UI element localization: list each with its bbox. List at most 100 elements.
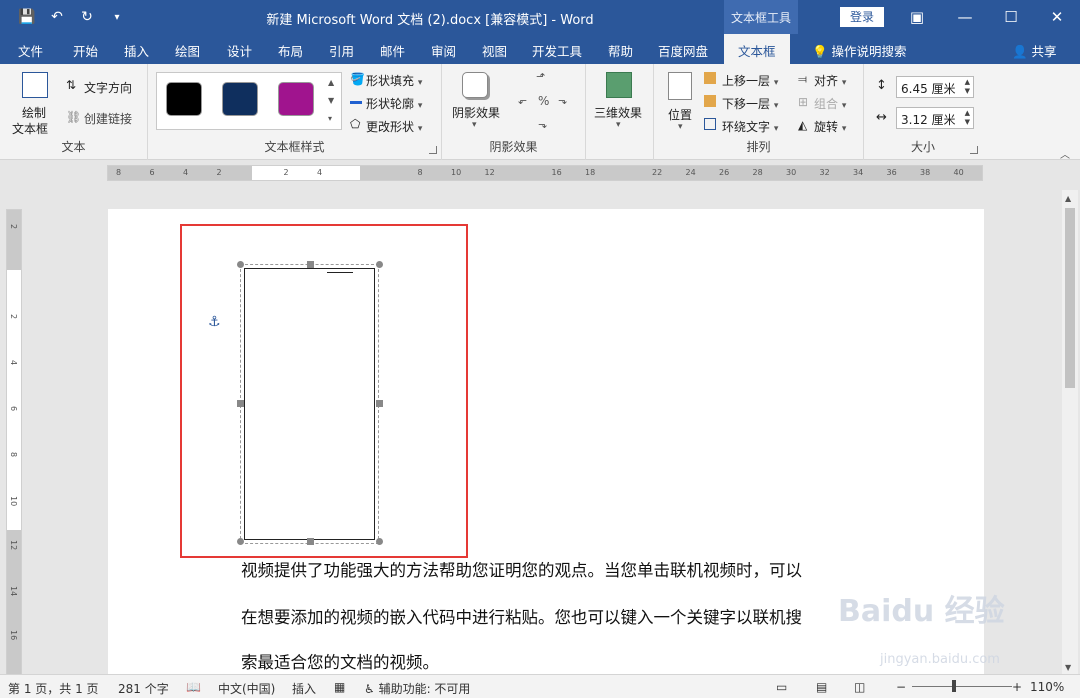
shadow-toggle-icon[interactable]: % <box>538 94 549 108</box>
draw-textbox-icon[interactable] <box>22 72 48 98</box>
insert-mode[interactable]: 插入 <box>292 680 316 697</box>
position-dropdown-icon[interactable]: ▾ <box>678 122 683 132</box>
collapse-ribbon-icon[interactable]: ︿ <box>1060 146 1070 161</box>
read-mode-icon[interactable]: ▭ <box>776 680 787 694</box>
create-link-button[interactable]: 创建链接 <box>84 110 132 127</box>
ruler-tick: 24 <box>685 168 696 177</box>
styles-launcher-icon[interactable] <box>429 146 437 154</box>
close-icon[interactable]: ✕ <box>1034 0 1080 34</box>
login-button[interactable]: 登录 <box>840 7 884 27</box>
maximize-icon[interactable]: ☐ <box>988 0 1034 34</box>
tab-help[interactable]: 帮助 <box>608 41 633 60</box>
accessibility-status[interactable]: ♿ 辅助功能: 不可用 <box>364 680 470 697</box>
style-swatch-magenta[interactable] <box>278 82 314 116</box>
height-input[interactable]: 6.45 厘米 ▲ ▼ <box>896 76 974 98</box>
three-d-icon[interactable] <box>606 72 632 98</box>
macro-icon[interactable]: ▦ <box>334 680 345 694</box>
resize-handle[interactable] <box>237 538 244 545</box>
text-box[interactable] <box>244 268 375 540</box>
tab-mailings[interactable]: 邮件 <box>380 41 405 60</box>
language-indicator[interactable]: 中文(中国) <box>218 680 275 697</box>
send-backward-button[interactable]: 下移一层 ▾ <box>722 95 778 112</box>
wrap-text-button[interactable]: 环绕文字 ▾ <box>722 118 778 135</box>
nudge-down-icon[interactable]: ⬎ <box>538 118 547 131</box>
proofing-icon[interactable]: 📖 <box>186 680 201 694</box>
page-count[interactable]: 第 1 页，共 1 页 <box>8 680 99 697</box>
shape-fill-button[interactable]: 形状填充 ▾ <box>366 72 422 89</box>
height-spinner-icon[interactable]: ▲ ▼ <box>965 78 970 96</box>
three-d-button[interactable]: 三维效果 <box>594 104 642 121</box>
tab-baidu-netdisk[interactable]: 百度网盘 <box>658 41 708 60</box>
group-button[interactable]: 组合 ▾ <box>814 95 846 112</box>
document-paragraph-line[interactable]: 视频提供了功能强大的方法帮助您证明您的观点。当您单击联机视频时，可以 <box>241 557 802 581</box>
bring-forward-button[interactable]: 上移一层 ▾ <box>722 72 778 89</box>
tab-file[interactable]: 文件 <box>18 41 43 60</box>
zoom-out-icon[interactable]: − <box>896 680 906 694</box>
three-d-dropdown-icon[interactable]: ▾ <box>616 120 621 130</box>
word-count[interactable]: 281 个字 <box>118 680 169 697</box>
gallery-scroll-icon[interactable]: ▲ ▼ ▾ <box>328 74 334 128</box>
document-paragraph-line[interactable]: 索最适合您的文档的视频。 <box>241 649 439 673</box>
scroll-up-icon[interactable]: ▲ <box>1065 194 1071 203</box>
zoom-in-icon[interactable]: + <box>1012 680 1022 694</box>
nudge-up-icon[interactable]: ⬏ <box>536 70 545 83</box>
nudge-right-icon[interactable]: ⬎ <box>558 94 567 107</box>
align-button[interactable]: 对齐 ▾ <box>814 72 846 89</box>
width-spinner-icon[interactable]: ▲ ▼ <box>965 109 970 127</box>
resize-handle[interactable] <box>376 538 383 545</box>
shadow-dropdown-icon[interactable]: ▾ <box>472 120 477 130</box>
ruler-tick: 2 <box>216 168 222 177</box>
resize-handle[interactable] <box>376 400 383 407</box>
shadow-effect-icon[interactable] <box>462 72 488 98</box>
ribbon-display-icon[interactable]: ▣ <box>894 0 940 34</box>
tab-home[interactable]: 开始 <box>73 41 98 60</box>
resize-handle[interactable] <box>237 400 244 407</box>
document-paragraph-line[interactable]: 在想要添加的视频的嵌入代码中进行粘贴。您也可以键入一个关键字以联机搜 <box>241 604 802 628</box>
shadow-effect-button[interactable]: 阴影效果 <box>452 104 500 121</box>
vertical-scrollbar[interactable]: ▲ ▼ <box>1062 190 1078 674</box>
position-icon[interactable] <box>668 72 692 100</box>
rotate-button[interactable]: 旋转 ▾ <box>814 118 846 135</box>
resize-handle[interactable] <box>376 261 383 268</box>
horizontal-ruler[interactable]: 8 6 4 2 2 4 8 10 12 16 18 22 24 26 28 30 32 34 36 38 40 <box>107 165 983 181</box>
group-text: 绘制 文本框 ⇅ 文字方向 ⛓ 创建链接 文本 <box>0 64 148 160</box>
zoom-slider[interactable] <box>912 686 1012 687</box>
tab-layout[interactable]: 布局 <box>278 41 303 60</box>
group-text-label: 文本 <box>61 140 86 154</box>
style-swatch-navy[interactable] <box>222 82 258 116</box>
web-layout-icon[interactable]: ◫ <box>854 680 865 694</box>
resize-handle[interactable] <box>307 538 314 545</box>
draw-textbox-label[interactable]: 绘制 <box>22 104 46 121</box>
scroll-down-icon[interactable]: ▼ <box>1065 663 1071 672</box>
print-layout-icon[interactable]: ▤ <box>816 680 827 694</box>
text-direction-button[interactable]: 文字方向 <box>84 79 132 96</box>
tab-insert[interactable]: 插入 <box>124 41 149 60</box>
tab-textbox[interactable]: 文本框 <box>724 34 790 64</box>
tell-me-search[interactable]: 💡 操作说明搜索 <box>812 41 907 60</box>
size-launcher-icon[interactable] <box>970 146 978 154</box>
tab-review[interactable]: 审阅 <box>431 41 456 60</box>
position-button[interactable]: 位置 <box>668 106 692 123</box>
tab-developer[interactable]: 开发工具 <box>532 41 582 60</box>
nudge-left-icon[interactable]: ⬐ <box>518 94 527 107</box>
tab-design[interactable]: 设计 <box>227 41 252 60</box>
draw-textbox-label-2[interactable]: 文本框 <box>12 120 48 137</box>
tab-draw[interactable]: 绘图 <box>175 41 200 60</box>
scrollbar-thumb[interactable] <box>1065 208 1075 388</box>
zoom-slider-thumb[interactable] <box>952 680 956 692</box>
anchor-icon[interactable]: ⚓ <box>208 314 221 330</box>
group-size: ↕ 6.45 厘米 ▲ ▼ ↔ 3.12 厘米 ▲ ▼ 大小 <box>864 64 982 160</box>
style-swatch-black[interactable] <box>166 82 202 116</box>
width-input[interactable]: 3.12 厘米 ▲ ▼ <box>896 107 974 129</box>
zoom-level[interactable]: 110% <box>1030 680 1064 694</box>
resize-handle[interactable] <box>307 261 314 268</box>
change-shape-button[interactable]: 更改形状 ▾ <box>366 118 422 135</box>
share-button[interactable]: 👤 共享 <box>1012 41 1057 60</box>
group-styles-label: 文本框样式 <box>264 140 325 154</box>
resize-handle[interactable] <box>237 261 244 268</box>
vertical-ruler[interactable]: 2 2 4 6 8 10 12 14 16 <box>6 209 22 675</box>
minimize-icon[interactable]: — <box>942 0 988 34</box>
shape-outline-button[interactable]: 形状轮廓 ▾ <box>366 95 422 112</box>
tab-references[interactable]: 引用 <box>329 41 354 60</box>
tab-view[interactable]: 视图 <box>482 41 507 60</box>
